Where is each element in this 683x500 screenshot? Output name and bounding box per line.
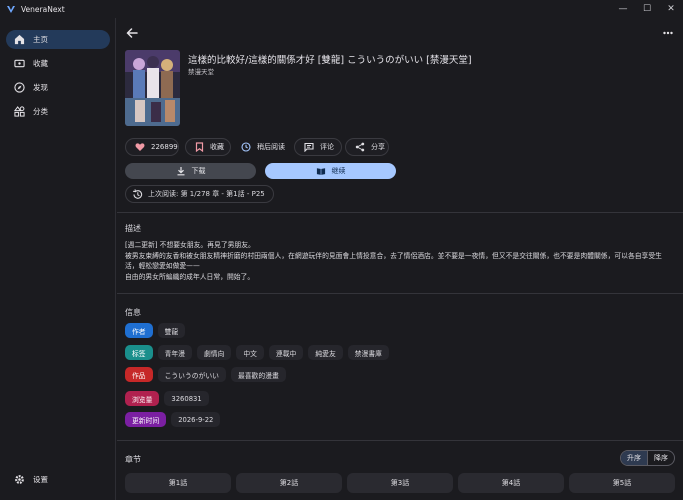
divider: [117, 293, 683, 294]
category-icon: [13, 106, 25, 118]
sort-toggle: 升序 降序: [620, 450, 675, 466]
sidebar-item-settings[interactable]: 设置: [6, 470, 110, 489]
back-arrow-icon[interactable]: [125, 26, 139, 40]
chapter-list: 第1話 第2話 第3話 第4話 第5話: [125, 473, 683, 493]
sidebar-item-explore[interactable]: 发现: [6, 78, 110, 97]
chapter-item[interactable]: 第4話: [458, 473, 564, 493]
tag-value[interactable]: こういうのがいい: [157, 367, 226, 382]
favorite-button[interactable]: 收藏: [185, 138, 231, 156]
more-horizontal-icon: [663, 31, 673, 35]
tag-key-tags: 标签: [125, 345, 153, 360]
share-button[interactable]: 分享: [345, 138, 389, 156]
comic-title: 這樣的比較好/這樣的關係才好 [雙龍] こういうのがいい [禁漫天堂]: [188, 55, 472, 66]
sidebar-item-label: 收藏: [33, 59, 48, 68]
sort-asc-button[interactable]: 升序: [621, 451, 647, 465]
sidebar-item-home[interactable]: 主页: [6, 30, 110, 49]
info-row-author: 作者 雙龍: [125, 323, 190, 338]
info-heading: 信息: [125, 308, 141, 317]
ticket-icon: [13, 58, 25, 70]
read-later-label: 稍后阅读: [257, 143, 285, 151]
read-later-button[interactable]: 稍后阅读: [231, 138, 295, 156]
comment-label: 评论: [320, 143, 334, 151]
chapter-item[interactable]: 第2話: [236, 473, 342, 493]
continue-label: 继续: [331, 167, 346, 175]
tag-key-author: 作者: [125, 323, 153, 338]
chapter-item[interactable]: 第5話: [569, 473, 675, 493]
continue-reading-button[interactable]: 继续: [265, 163, 396, 179]
clock-icon: [241, 142, 251, 152]
comic-source: 禁漫天堂: [188, 68, 214, 76]
maximize-button[interactable]: ☐: [635, 0, 659, 18]
bookmark-icon: [195, 142, 204, 152]
tag-key-works: 作品: [125, 367, 153, 382]
chapter-item[interactable]: 第3話: [347, 473, 453, 493]
tag-value[interactable]: 純愛友: [308, 345, 343, 360]
history-icon: [132, 188, 143, 200]
like-button[interactable]: 226899: [125, 138, 179, 156]
description-heading: 描述: [125, 224, 141, 233]
comic-detail-page: 這樣的比較好/這樣的關係才好 [雙龍] こういうのがいい [禁漫天堂] 禁漫天堂…: [117, 18, 683, 500]
view-count: 3260831: [164, 391, 209, 406]
download-label: 下载: [191, 167, 206, 175]
download-button[interactable]: 下载: [125, 163, 256, 179]
like-count: 226899: [151, 143, 178, 151]
share-label: 分享: [371, 143, 385, 151]
sidebar-item-categories[interactable]: 分类: [6, 102, 110, 121]
divider: [117, 212, 683, 213]
tag-value[interactable]: 劇情向: [196, 345, 232, 360]
comment-button[interactable]: 评论: [294, 138, 342, 156]
close-button[interactable]: ✕: [659, 0, 683, 18]
explore-icon: [13, 82, 25, 94]
tag-value[interactable]: 連載中: [268, 345, 304, 360]
last-read-text: 上次阅读: 第 1/278 章 - 第1話 - P25: [148, 190, 265, 198]
sidebar-item-label: 分类: [33, 107, 48, 116]
tag-value[interactable]: 禁漫書庫: [347, 345, 389, 360]
info-row-works: 作品 こういうのがいい 最喜歡的漫畫: [125, 367, 291, 382]
tag-value[interactable]: 最喜歡的漫畫: [230, 367, 286, 382]
tag-value[interactable]: 青年漫: [157, 345, 192, 360]
sidebar: 主页 收藏 发现 分类 设置: [0, 18, 116, 500]
tag-value[interactable]: 中文: [236, 345, 264, 360]
favorite-label: 收藏: [210, 143, 224, 151]
app-logo-icon: [7, 6, 15, 13]
info-row-updated: 更新时间 2026-9-22: [125, 412, 225, 427]
download-icon: [176, 166, 186, 176]
title-bar: VeneraNext: [0, 0, 683, 18]
heart-icon: [135, 142, 145, 152]
info-row-views: 浏览量 3260831: [125, 391, 214, 406]
sidebar-item-label: 设置: [33, 475, 48, 484]
book-open-icon: [316, 166, 326, 176]
home-icon: [13, 34, 25, 46]
chapters-heading: 章节: [125, 455, 141, 464]
share-icon: [355, 142, 365, 152]
update-date: 2026-9-22: [171, 412, 221, 427]
more-options-button[interactable]: [661, 26, 675, 40]
sidebar-item-favorites[interactable]: 收藏: [6, 54, 110, 73]
gear-icon: [13, 474, 25, 486]
minimize-button[interactable]: —: [611, 0, 635, 18]
tag-key-updated: 更新时间: [125, 412, 167, 427]
chapter-item[interactable]: 第1話: [125, 473, 231, 493]
sidebar-item-label: 主页: [33, 35, 48, 44]
sidebar-item-label: 发现: [33, 83, 48, 92]
last-read-chip[interactable]: 上次阅读: 第 1/278 章 - 第1話 - P25: [125, 185, 274, 203]
divider: [117, 440, 683, 441]
comic-cover-image[interactable]: [125, 50, 180, 126]
app-title: VeneraNext: [21, 4, 65, 14]
description-text: [週二更新] 不想要女朋友。再見了男朋友。 被男友束縛的友香和被女朋友精神折磨的…: [125, 241, 662, 281]
sort-desc-button[interactable]: 降序: [648, 451, 674, 465]
tag-key-views: 浏览量: [125, 391, 160, 406]
info-row-tags: 标签 青年漫 劇情向 中文 連載中 純愛友 禁漫書庫: [125, 345, 394, 360]
comment-icon: [304, 142, 314, 152]
tag-value[interactable]: 雙龍: [157, 323, 186, 338]
